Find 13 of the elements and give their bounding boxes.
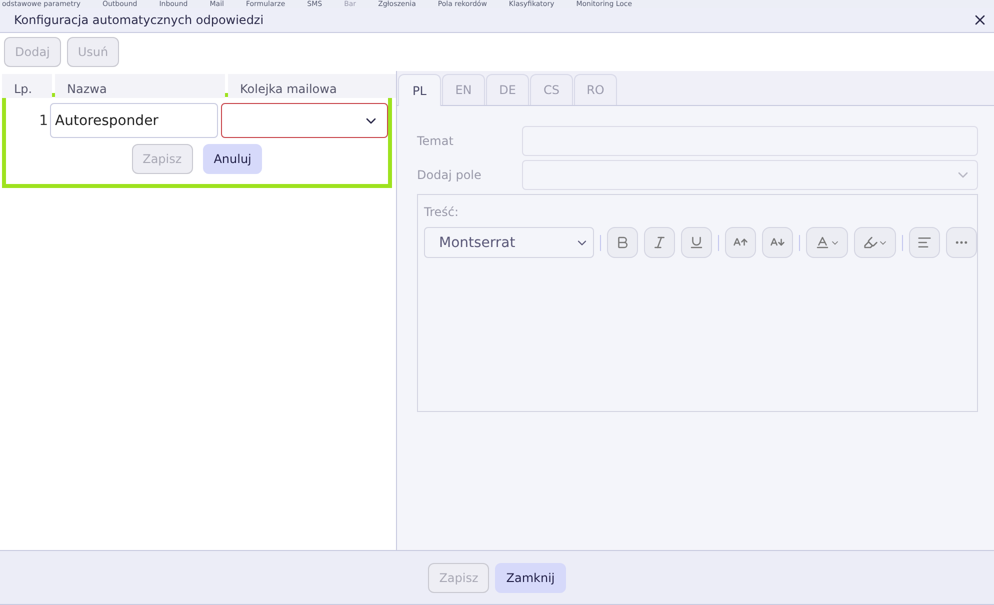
- window-title: Konfiguracja automatycznych odpowiedzi: [14, 13, 264, 27]
- field-label: Temat: [417, 134, 454, 148]
- column-header: Nazwa: [55, 74, 225, 98]
- row-number: 1: [38, 112, 49, 128]
- name-input[interactable]: Autoresponder: [50, 103, 218, 138]
- field-label: Treść:: [424, 205, 459, 219]
- footer-button[interactable]: Zamknij: [495, 562, 566, 592]
- row-button[interactable]: Anuluj: [202, 144, 262, 174]
- column-header: Lp.: [2, 74, 52, 98]
- field-label: Dodaj pole: [417, 168, 482, 182]
- column-header: Kolejka mailowa: [228, 74, 396, 98]
- language-tab[interactable]: PL: [398, 74, 441, 106]
- queue-select[interactable]: [221, 103, 388, 138]
